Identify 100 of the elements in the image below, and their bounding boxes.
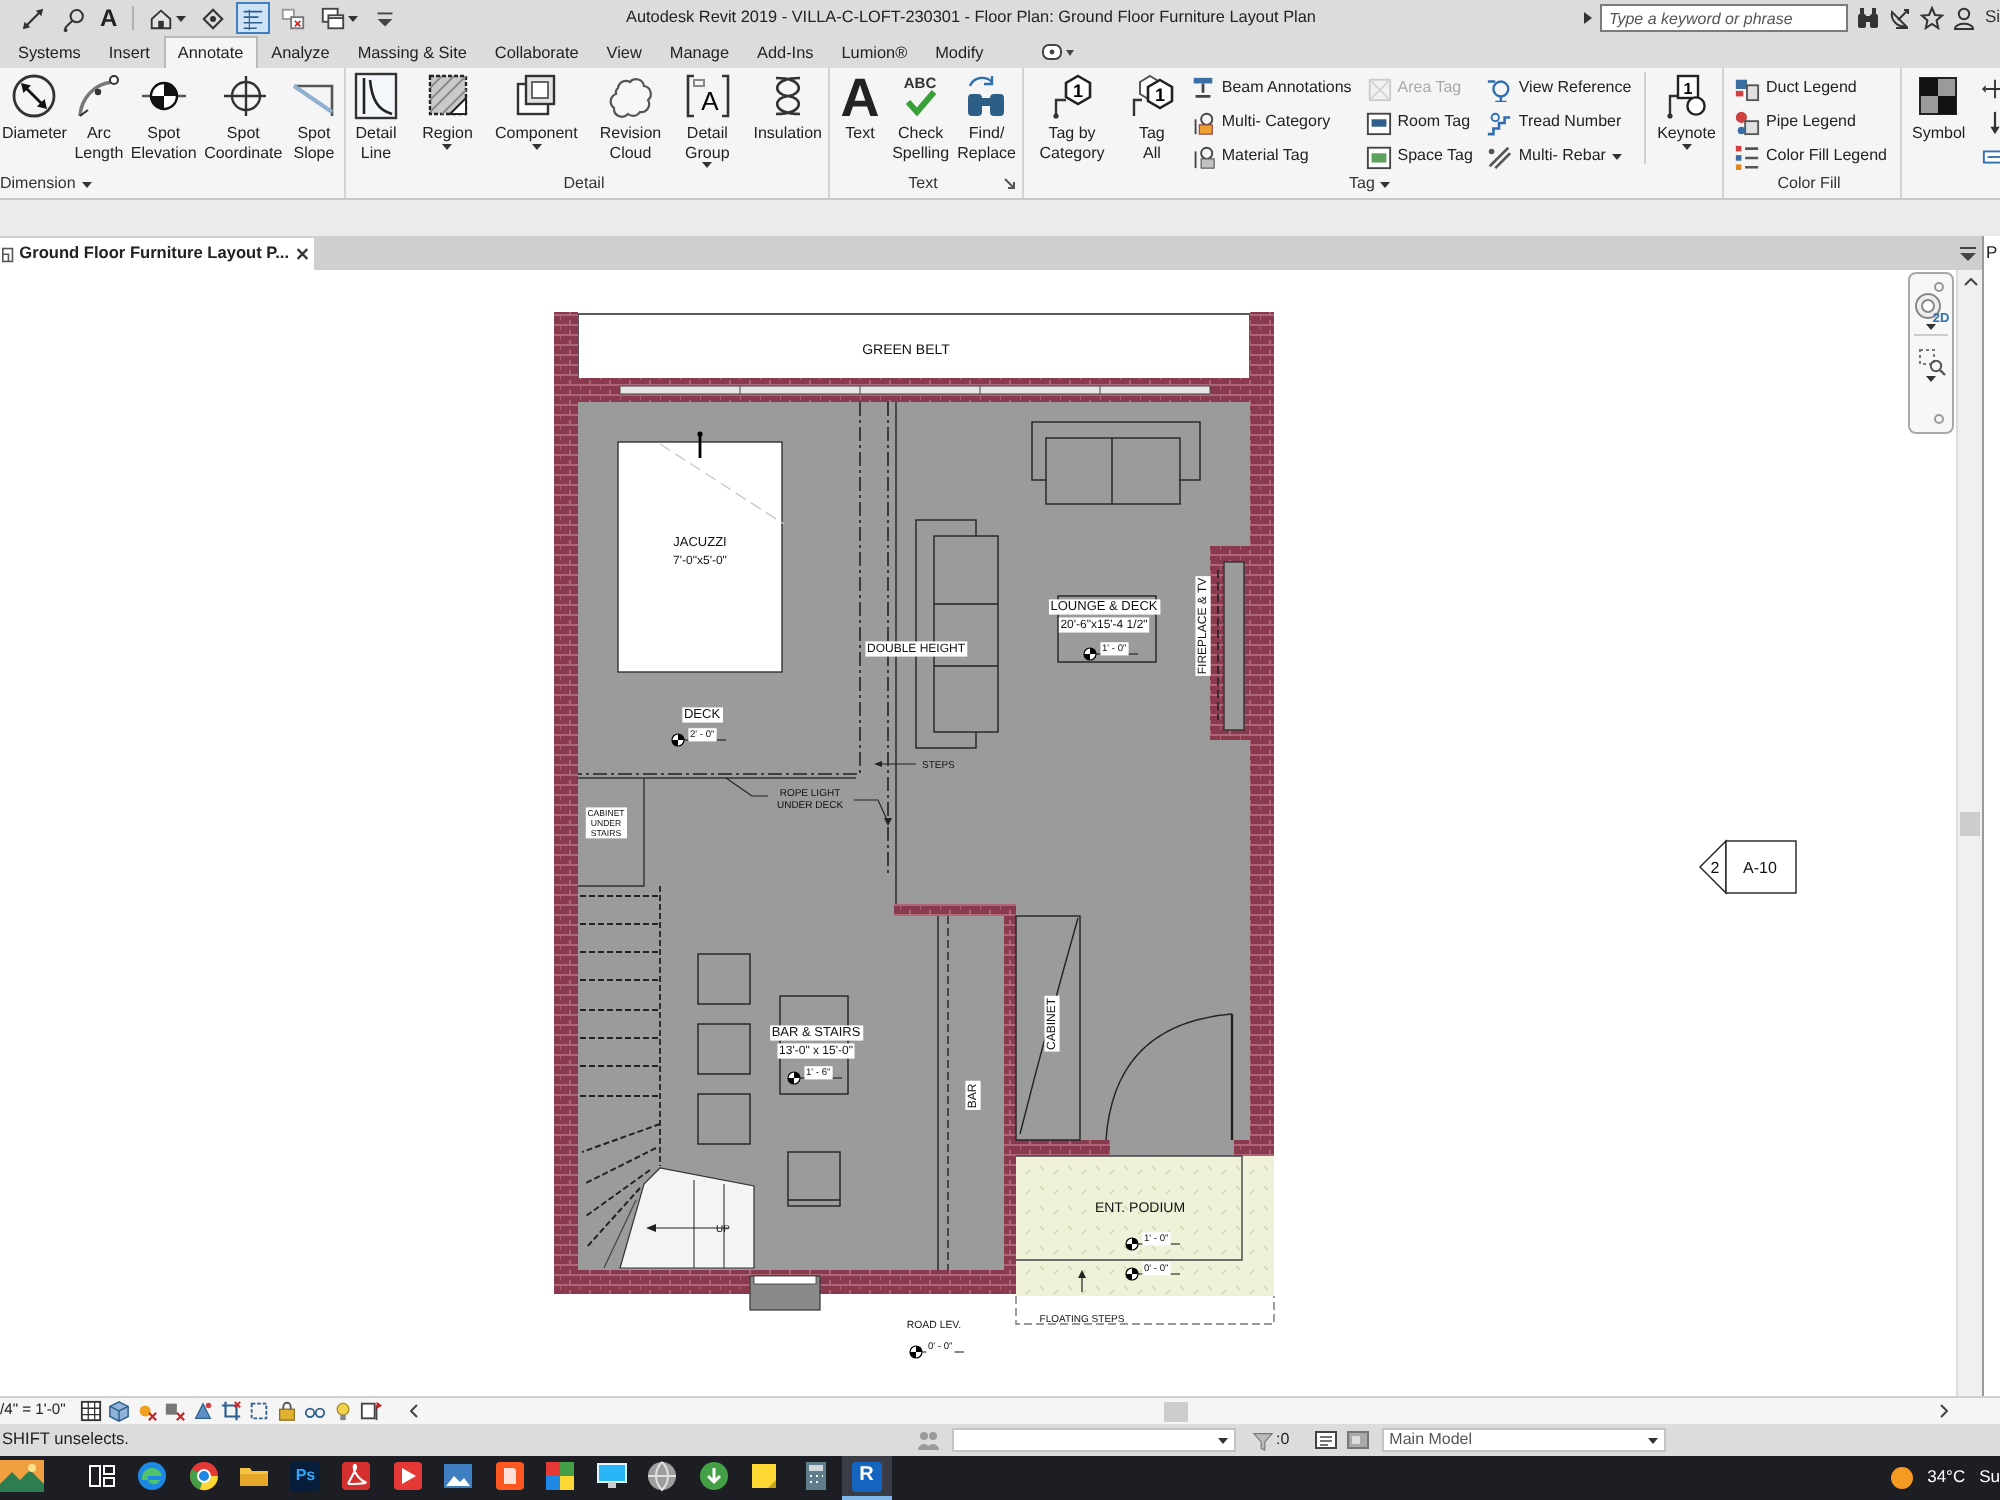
letter-tile-icon: R [851,1461,882,1491]
duct-legend-icon [1734,75,1760,101]
close-icon[interactable] [295,246,308,262]
scroll-up-icon[interactable] [1963,278,1977,286]
pipe-legend-button[interactable]: Pipe Legend [1732,106,1889,138]
text-tool-button[interactable]: A [96,2,122,34]
duct-legend-button[interactable]: Duct Legend [1732,72,1889,104]
tag-all-button[interactable]: 1 Tag All [1125,68,1178,170]
crop-off-icon[interactable] [220,1400,242,1422]
detail-line-button[interactable]: Detail Line [350,68,402,170]
caret-icon [1647,1437,1658,1443]
detail-group-button[interactable]: A Detail Group [681,68,734,170]
color-fill-legend-button[interactable]: Color Fill Legend [1732,140,1889,172]
scroll-right-icon[interactable] [1940,1404,1948,1418]
detail-level-icon[interactable] [80,1400,102,1422]
section-marker [1699,839,1797,895]
caret-icon [81,181,92,187]
scroll-left-icon[interactable] [410,1404,418,1418]
view-reference-button[interactable]: View Reference [1484,72,1634,104]
beam-annotations-button[interactable]: Beam Annotations [1187,72,1354,104]
search-field[interactable]: Type a keyword or phrase [1600,4,1849,32]
panel-menu-button[interactable]: Tag [1349,174,1391,194]
material-tag-button[interactable]: Material Tag [1187,140,1354,172]
circle-diameter-icon [10,72,59,120]
ribbon-tab[interactable]: Annotate [163,36,258,68]
ribbon-tab[interactable]: Collaborate [480,36,593,68]
thin-lines-button[interactable] [235,2,270,34]
swirl-tile-icon [340,1460,373,1492]
caret-icon [442,143,453,149]
ribbon-tab[interactable]: Insert [94,36,164,68]
ribbon-tab[interactable]: Analyze [257,36,344,68]
user-icon[interactable] [1952,6,1977,30]
sun-off-icon[interactable] [136,1400,158,1422]
tab-list-icon[interactable] [1960,245,1976,261]
multi-rebar-button[interactable]: Multi- Rebar [1484,140,1634,172]
ribbon-tab[interactable]: Systems [4,36,95,68]
zoom-icon[interactable] [1917,348,1945,376]
ribbon-tab[interactable]: Lumion® [827,36,922,68]
multi-category-button[interactable]: Multi- Category [1187,106,1354,138]
ribbon-tab[interactable]: Add-Ins [743,36,828,68]
letter-tile-icon: Ps [290,1461,321,1491]
text-button[interactable]: A Text [834,68,886,170]
panel-toggle-icon[interactable] [1041,44,1074,60]
ring-icon[interactable] [1934,282,1944,292]
spot-elevation-button[interactable]: Spot Elevation [128,68,199,170]
elevation-marker-icon [671,733,685,747]
symbol-button[interactable]: Symbol [1910,68,1968,170]
spot-coordinate-button[interactable]: Spot Coordinate [202,68,285,170]
ribbon-tab[interactable]: Massing & Site [343,36,481,68]
panel-title: Detail [563,174,605,194]
ribbon-tab[interactable]: Modify [921,36,998,68]
ring-icon[interactable] [1934,414,1944,424]
revision-cloud-button[interactable]: Revision Cloud [597,68,664,170]
design-option-dropdown[interactable]: Main Model [1381,1428,1666,1452]
keynote-button[interactable]: 1 Keynote [1655,68,1718,170]
caret-icon [702,162,713,168]
satellite-dish-icon[interactable] [1888,6,1913,30]
panel-menu-button[interactable]: Dimension [0,174,92,194]
region-button[interactable]: Region [420,68,475,170]
scrollbar-thumb[interactable] [1960,812,1980,836]
dialog-launcher-icon[interactable] [1004,178,1017,190]
taskbar-button[interactable]: R [841,1456,892,1500]
room-tag-button[interactable]: Room Tag [1363,106,1475,138]
weather-condition: Su [1979,1468,2000,1488]
caret-icon[interactable] [1926,376,1936,382]
cube-icon[interactable] [108,1400,130,1422]
crop-region-icon[interactable] [248,1400,270,1422]
dimension-arrow-icon [20,5,46,31]
tag-by-category-button[interactable]: 1 Tag by Category [1028,68,1116,170]
crop-flag-icon[interactable] [360,1400,382,1422]
caret-icon[interactable] [1926,324,1936,330]
elevation-marker-icon [909,1345,923,1359]
thin-lines-icon [239,5,266,31]
shadow-off-icon[interactable] [164,1400,186,1422]
scrollbar-thumb[interactable] [1164,1401,1188,1421]
insulation-button[interactable]: Insulation [751,68,824,170]
binoculars-icon[interactable] [1856,6,1881,30]
space-tag-button[interactable]: Space Tag [1363,140,1475,172]
filter-icon[interactable] [1252,1429,1274,1451]
caret-icon [1611,153,1622,159]
ribbon-tab[interactable]: Manage [655,36,743,68]
floor-plan-icon [2,245,14,263]
tread-number-button[interactable]: Tread Number [1484,106,1634,138]
taskbar-button[interactable]: Ps [280,1456,331,1500]
section-number: 2 [1710,859,1720,877]
expand-arrow-icon[interactable] [1584,12,1593,24]
sign-in-link[interactable]: Si [1984,8,2000,28]
star-icon[interactable] [1920,6,1945,30]
list-box-icon[interactable] [1313,1428,1338,1452]
vertical-scrollbar[interactable] [1956,270,1982,1396]
diameter-button[interactable]: Diameter [0,68,69,170]
find-replace-button[interactable]: Find/ Replace [955,68,1018,170]
component-button[interactable]: Component [492,68,580,170]
arc-length-button[interactable]: Arc Length [72,68,126,170]
ribbon-tab[interactable]: View [592,36,656,68]
windows-icon [319,5,346,31]
view-tab[interactable]: Ground Floor Furniture Layout P... [0,238,314,270]
lock-icon[interactable] [276,1400,298,1422]
area-tag-icon [1365,75,1392,101]
spot-slope-button[interactable]: Spot Slope [287,68,340,170]
